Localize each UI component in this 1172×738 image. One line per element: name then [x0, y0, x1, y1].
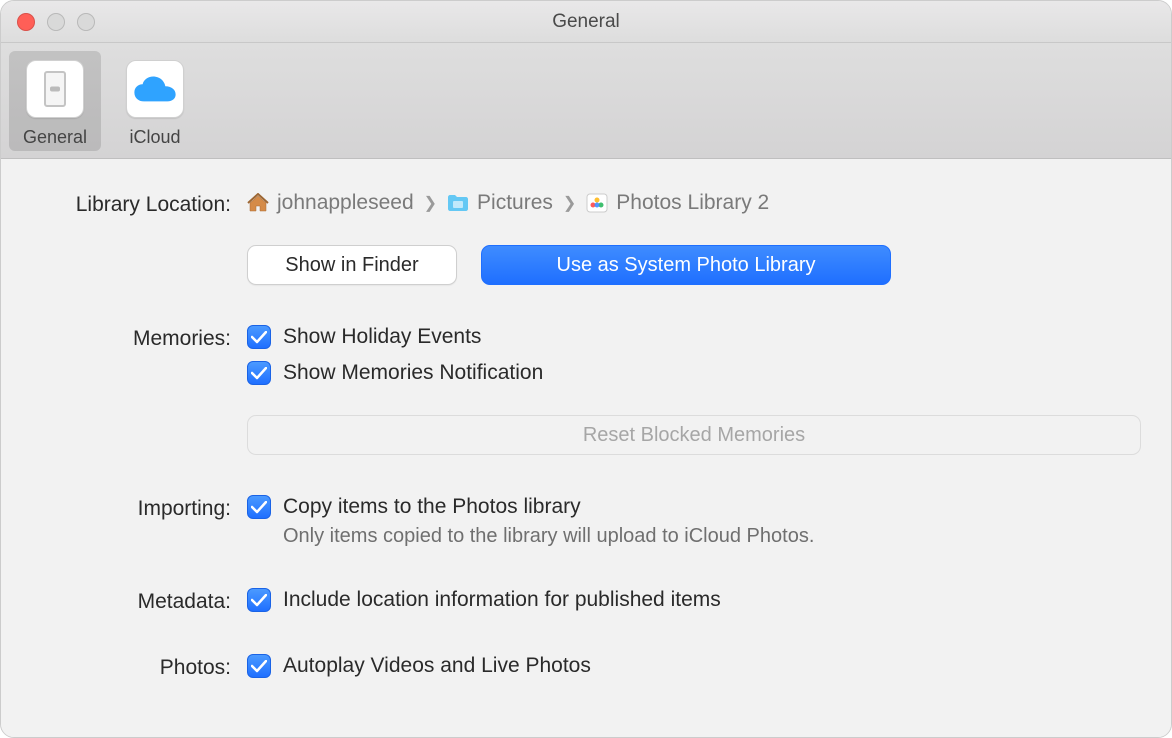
show-in-finder-button[interactable]: Show in Finder [247, 245, 457, 285]
checkbox-checked-icon[interactable] [247, 588, 271, 612]
copy-items-option[interactable]: Copy items to the Photos library [247, 495, 1141, 519]
copy-items-label: Copy items to the Photos library [283, 495, 581, 519]
importing-label: Importing: [31, 495, 247, 521]
show-memories-notification-label: Show Memories Notification [283, 361, 543, 385]
metadata-row: Metadata: Include location information f… [31, 588, 1141, 614]
titlebar: General [1, 1, 1171, 43]
close-button[interactable] [17, 13, 35, 31]
window-title: General [552, 11, 620, 33]
general-icon [26, 60, 84, 118]
preferences-window: General General iCloud [0, 0, 1172, 738]
tab-general[interactable]: General [9, 51, 101, 151]
library-location-label: Library Location: [31, 191, 247, 217]
breadcrumb-library-text: Photos Library 2 [616, 191, 769, 215]
breadcrumb-pictures-text: Pictures [477, 191, 553, 215]
photos-label: Photos: [31, 654, 247, 680]
content-area: Library Location: johnappleseed ❯ P [1, 159, 1171, 737]
zoom-button[interactable] [77, 13, 95, 31]
metadata-label: Metadata: [31, 588, 247, 614]
home-icon [247, 193, 269, 213]
show-memories-notification-option[interactable]: Show Memories Notification [247, 361, 1141, 385]
checkbox-checked-icon[interactable] [247, 325, 271, 349]
chevron-right-icon: ❯ [424, 193, 437, 213]
photos-row: Photos: Autoplay Videos and Live Photos [31, 654, 1141, 680]
checkbox-checked-icon[interactable] [247, 654, 271, 678]
window-controls [17, 13, 95, 31]
show-holiday-events-option[interactable]: Show Holiday Events [247, 325, 1141, 349]
memories-row: Memories: Show Holiday Events Show Memor… [31, 325, 1141, 455]
use-system-library-button[interactable]: Use as System Photo Library [481, 245, 891, 285]
folder-pictures-icon [447, 193, 469, 213]
checkbox-checked-icon[interactable] [247, 495, 271, 519]
show-holiday-events-label: Show Holiday Events [283, 325, 481, 349]
checkbox-checked-icon[interactable] [247, 361, 271, 385]
autoplay-option[interactable]: Autoplay Videos and Live Photos [247, 654, 1141, 678]
chevron-right-icon: ❯ [563, 193, 576, 213]
breadcrumb-library[interactable]: Photos Library 2 [586, 191, 769, 215]
photos-library-icon [586, 193, 608, 213]
tab-icloud[interactable]: iCloud [109, 51, 201, 151]
reset-blocked-memories-button: Reset Blocked Memories [247, 415, 1141, 455]
icloud-icon [126, 60, 184, 118]
importing-subtext: Only items copied to the library will up… [247, 525, 1141, 548]
toolbar: General iCloud [1, 43, 1171, 159]
minimize-button[interactable] [47, 13, 65, 31]
include-location-option[interactable]: Include location information for publish… [247, 588, 1141, 612]
library-breadcrumb: johnappleseed ❯ Pictures ❯ Pho [247, 191, 1141, 215]
include-location-label: Include location information for publish… [283, 588, 721, 612]
memories-label: Memories: [31, 325, 247, 351]
breadcrumb-home[interactable]: johnappleseed [247, 191, 414, 215]
library-location-row: Library Location: johnappleseed ❯ P [31, 191, 1141, 285]
autoplay-label: Autoplay Videos and Live Photos [283, 654, 591, 678]
importing-row: Importing: Copy items to the Photos libr… [31, 495, 1141, 548]
tab-general-label: General [23, 127, 87, 148]
breadcrumb-home-text: johnappleseed [277, 191, 414, 215]
tab-icloud-label: iCloud [129, 127, 180, 148]
breadcrumb-pictures[interactable]: Pictures [447, 191, 553, 215]
